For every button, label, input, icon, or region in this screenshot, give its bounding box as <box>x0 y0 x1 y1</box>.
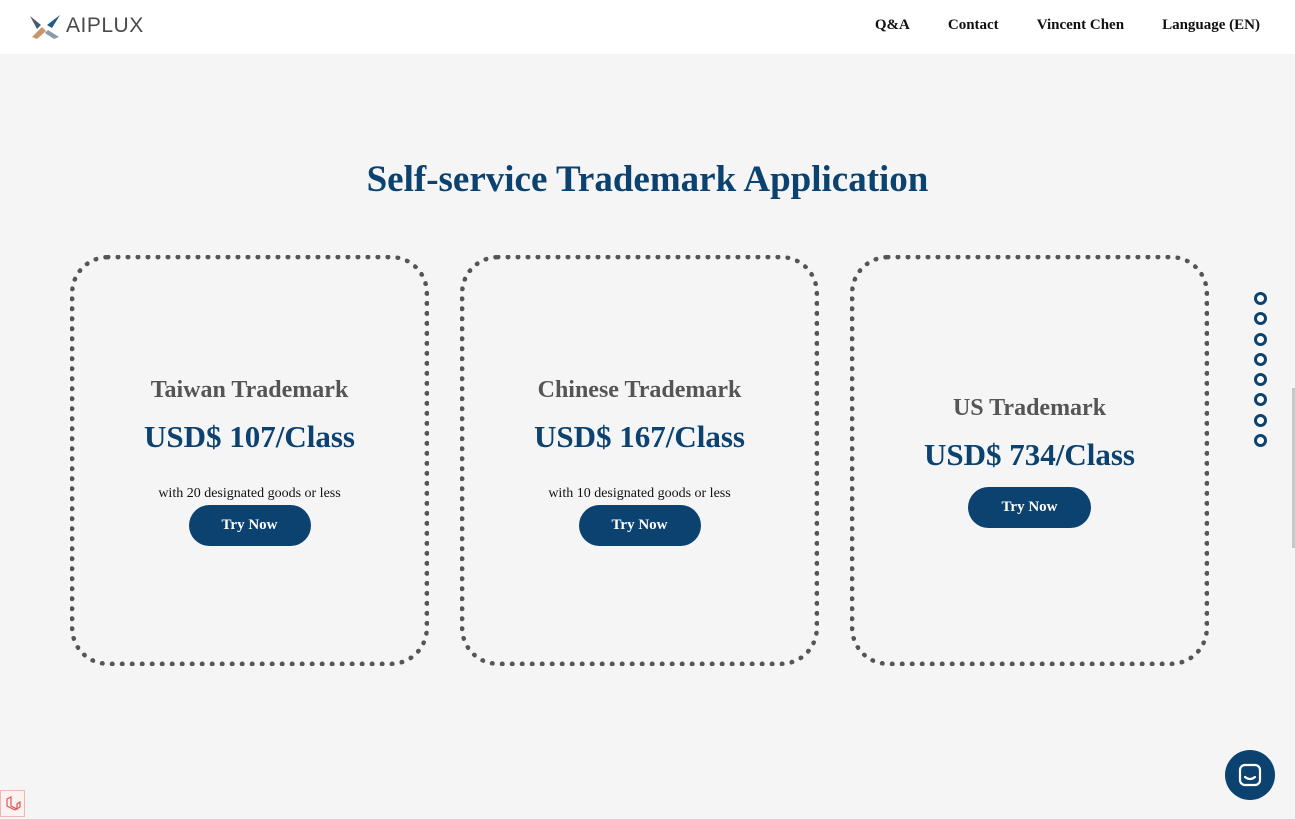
nav-qa-link[interactable]: Q&A <box>875 17 910 34</box>
section-nav-dot[interactable] <box>1254 393 1267 407</box>
card-title: Chinese Trademark <box>537 377 742 403</box>
logo[interactable]: AIPLUX <box>28 12 144 40</box>
try-now-button-taiwan[interactable]: Try Now <box>188 505 311 546</box>
main-nav: Q&A Contact Vincent Chen Language (EN) <box>875 17 1260 34</box>
nav-language-selector[interactable]: Language (EN) <box>1162 17 1260 34</box>
laravel-logo-icon <box>5 795 21 811</box>
card-title: Taiwan Trademark <box>150 377 349 403</box>
try-now-button-chinese[interactable]: Try Now <box>578 505 701 546</box>
card-note: with 20 designated goods or less <box>158 486 341 501</box>
chat-icon <box>1238 763 1262 787</box>
nav-user-menu[interactable]: Vincent Chen <box>1037 17 1124 34</box>
chat-launcher-button[interactable] <box>1225 750 1275 800</box>
section-nav-dot[interactable] <box>1254 413 1267 427</box>
section-nav-dot[interactable] <box>1254 352 1267 366</box>
section-nav-dot[interactable] <box>1254 434 1267 448</box>
card-note: with 10 designated goods or less <box>548 486 731 501</box>
section-nav-dot[interactable] <box>1254 373 1267 387</box>
card-price: USD$ 734/Class <box>923 437 1135 472</box>
card-price: USD$ 107/Class <box>143 419 355 454</box>
try-now-button-us[interactable]: Try Now <box>968 487 1091 528</box>
pricing-card-us: US Trademark USD$ 734/Class Try Now <box>850 255 1209 666</box>
laravel-icon[interactable] <box>0 790 25 817</box>
section-nav-dot[interactable] <box>1254 332 1267 346</box>
pricing-card-chinese: Chinese Trademark USD$ 167/Class with 10… <box>460 255 819 666</box>
aiplux-logo-icon <box>30 15 60 39</box>
section-nav-dot[interactable] <box>1254 312 1267 326</box>
section-dot-nav <box>1254 292 1267 448</box>
card-title: US Trademark <box>952 395 1107 421</box>
page-title: Self-service Trademark Application <box>366 159 929 200</box>
logo-text: AIPLUX <box>66 14 144 37</box>
section-nav-dot[interactable] <box>1254 292 1267 305</box>
card-price: USD$ 167/Class <box>533 419 745 454</box>
pricing-card-taiwan: Taiwan Trademark USD$ 107/Class with 20 … <box>70 255 429 666</box>
nav-contact-link[interactable]: Contact <box>948 17 999 34</box>
top-header: AIPLUX Q&A Contact Vincent Chen Language… <box>0 0 1295 54</box>
